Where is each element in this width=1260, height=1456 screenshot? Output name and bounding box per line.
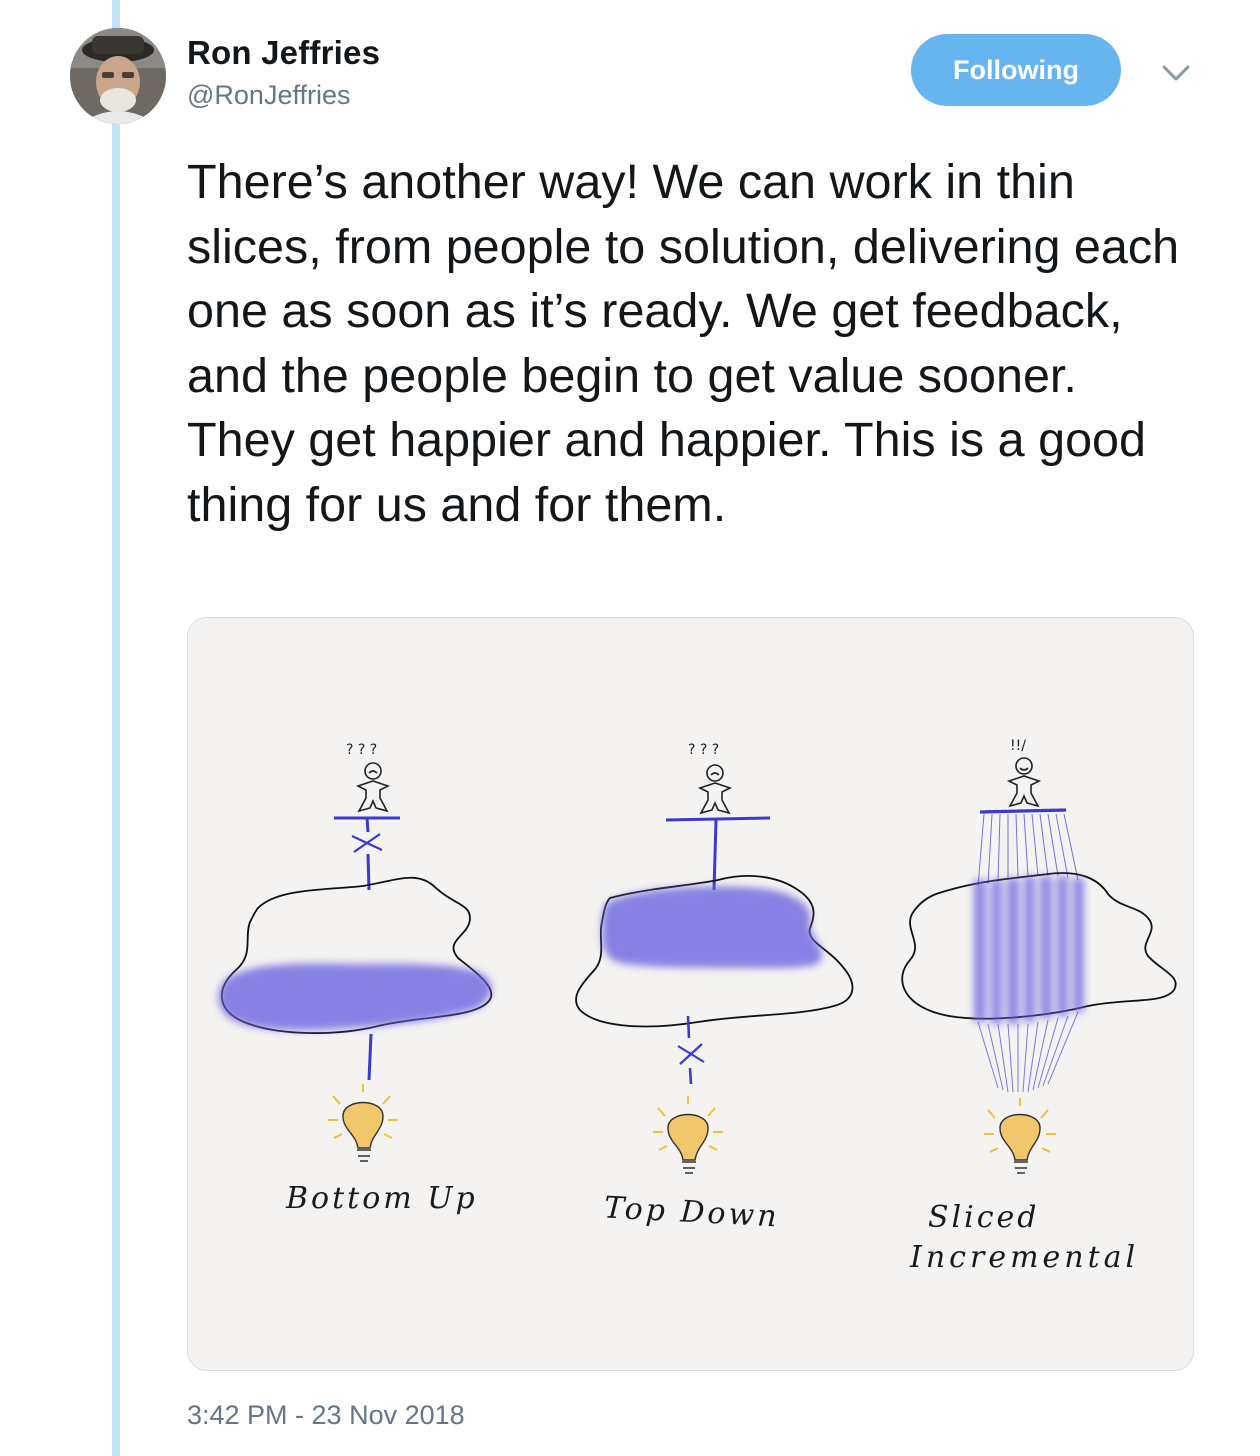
confused-person-icon [355, 762, 391, 813]
t-bar [665, 816, 771, 822]
confused-marks-2: ? ? ? [688, 742, 719, 758]
happy-person-icon [1006, 757, 1042, 808]
tweet-text: There’s another way! We can work in thin… [187, 155, 1180, 532]
thread-connector-line [112, 0, 120, 1456]
vertical-slices-wash [974, 876, 1084, 1024]
lightbulb-icon [653, 1096, 723, 1174]
lightbulb-icon [328, 1084, 398, 1162]
top-layer-wash [601, 886, 822, 969]
slice-threads-top [977, 813, 1079, 887]
lightbulb-icon [984, 1098, 1056, 1174]
t-bar [979, 808, 1067, 814]
chevron-down-icon[interactable] [1158, 58, 1194, 88]
label-bottom-up: Bottom Up [286, 1181, 478, 1216]
label-incremental: Incremental [910, 1240, 1140, 1275]
following-button[interactable]: Following [911, 34, 1121, 106]
confused-marks: ? ? ? [346, 742, 377, 758]
top-down-panel: ? ? ? [575, 742, 854, 1174]
avatar-photo [70, 28, 166, 124]
author-name[interactable]: Ron Jeffries [187, 34, 380, 72]
label-sliced: Sliced [928, 1200, 1040, 1235]
broken-link-icon [677, 1043, 705, 1065]
avatar[interactable] [70, 28, 166, 124]
tweet-timestamp[interactable]: 3:42 PM - 23 Nov 2018 [187, 1400, 465, 1431]
problem-blob [901, 872, 1177, 1020]
tweet-media-image[interactable]: ? ? ? ? ? ? !!/ Bottom Up Top Down Slice… [187, 617, 1194, 1371]
author-handle[interactable]: @RonJeffries [187, 80, 350, 111]
confused-person-icon [697, 764, 733, 815]
bottom-up-panel: ? ? ? [218, 742, 493, 1162]
sliced-incremental-panel: !!/ [901, 738, 1177, 1174]
bottom-layer-wash [218, 963, 492, 1031]
broken-link-icon [351, 833, 383, 853]
happy-marks: !!/ [1010, 738, 1026, 754]
